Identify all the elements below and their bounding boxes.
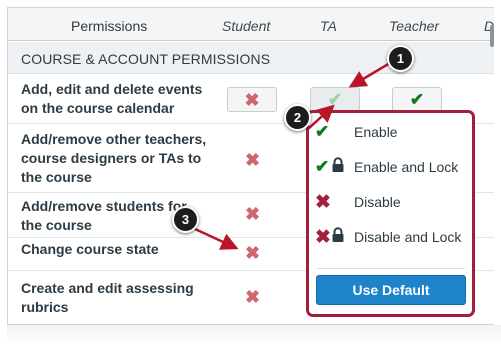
callout-badge-1: 1 (387, 45, 414, 72)
menu-item-disable[interactable]: ✖ Disable (309, 189, 472, 215)
permission-label: Add, edit and delete events on the cours… (21, 80, 202, 118)
x-icon: ✖ (244, 89, 260, 110)
scrollbar[interactable] (490, 25, 494, 47)
menu-item-enable-and-lock[interactable]: ✔ Enable and Lock (309, 154, 472, 180)
check-icon: ✔ (315, 122, 330, 141)
section-course-account-permissions: COURSE & ACCOUNT PERMISSIONS (8, 42, 494, 74)
student-permission-x-icon[interactable]: ✖ (245, 205, 260, 223)
use-default-button[interactable]: Use Default (316, 275, 466, 305)
label-line: on the course calendar (21, 100, 175, 116)
header-permissions: Permissions (71, 18, 148, 34)
teacher-permission-button[interactable]: ✔ (392, 87, 442, 112)
callout-badge-3: 3 (172, 206, 199, 233)
header-teacher: Teacher (389, 18, 440, 34)
student-permission-button[interactable]: ✖ (227, 87, 277, 112)
label-line: Add/remove students for (21, 198, 187, 214)
menu-divider (317, 268, 465, 269)
permission-dropdown-menu: ✔ Enable ✔ Enable and Lock ✖ Disable ✖ D… (306, 110, 475, 317)
menu-item-label: Disable (354, 194, 401, 210)
permission-label: Add/remove students for the course (21, 197, 187, 235)
menu-item-label: Enable (354, 124, 398, 140)
ta-permission-button[interactable]: ✔ (310, 87, 360, 112)
check-icon: ✔ (327, 90, 343, 109)
label-line: Change course state (21, 241, 159, 257)
label-line: course designers or TAs to (21, 150, 202, 166)
label-line: Create and edit assessing (21, 280, 194, 296)
student-permission-x-icon[interactable]: ✖ (245, 151, 260, 169)
menu-item-disable-and-lock[interactable]: ✖ Disable and Lock (309, 224, 472, 250)
label-line: the course (21, 217, 92, 233)
label-line: the course (21, 169, 92, 185)
lock-icon (332, 227, 344, 242)
check-icon: ✔ (409, 90, 425, 109)
lock-icon (332, 157, 344, 172)
student-permission-x-icon[interactable]: ✖ (245, 288, 260, 306)
section-title: COURSE & ACCOUNT PERMISSIONS (21, 51, 271, 67)
permission-label: Create and edit assessing rubrics (21, 279, 194, 317)
permission-label: Change course state (21, 240, 159, 259)
label-line: rubrics (21, 299, 69, 315)
menu-item-label: Disable and Lock (354, 229, 462, 245)
x-icon: ✖ (315, 227, 331, 248)
table-header: Permissions Student TA Teacher D (8, 8, 494, 41)
permission-label: Add/remove other teachers, course design… (21, 130, 206, 187)
frame-shadow (7, 325, 501, 345)
student-permission-x-icon[interactable]: ✖ (245, 244, 260, 262)
header-ta: TA (320, 18, 337, 34)
menu-item-enable[interactable]: ✔ Enable (309, 119, 472, 145)
callout-badge-2: 2 (284, 104, 311, 131)
menu-item-label: Enable and Lock (354, 159, 459, 175)
label-line: Add/remove other teachers, (21, 131, 207, 147)
label-line: Add, edit and delete events (21, 81, 203, 97)
header-student: Student (222, 18, 271, 34)
screenshot-frame: Permissions Student TA Teacher D COURSE … (0, 0, 501, 345)
check-icon: ✔ (315, 157, 330, 176)
x-icon: ✖ (315, 192, 331, 213)
